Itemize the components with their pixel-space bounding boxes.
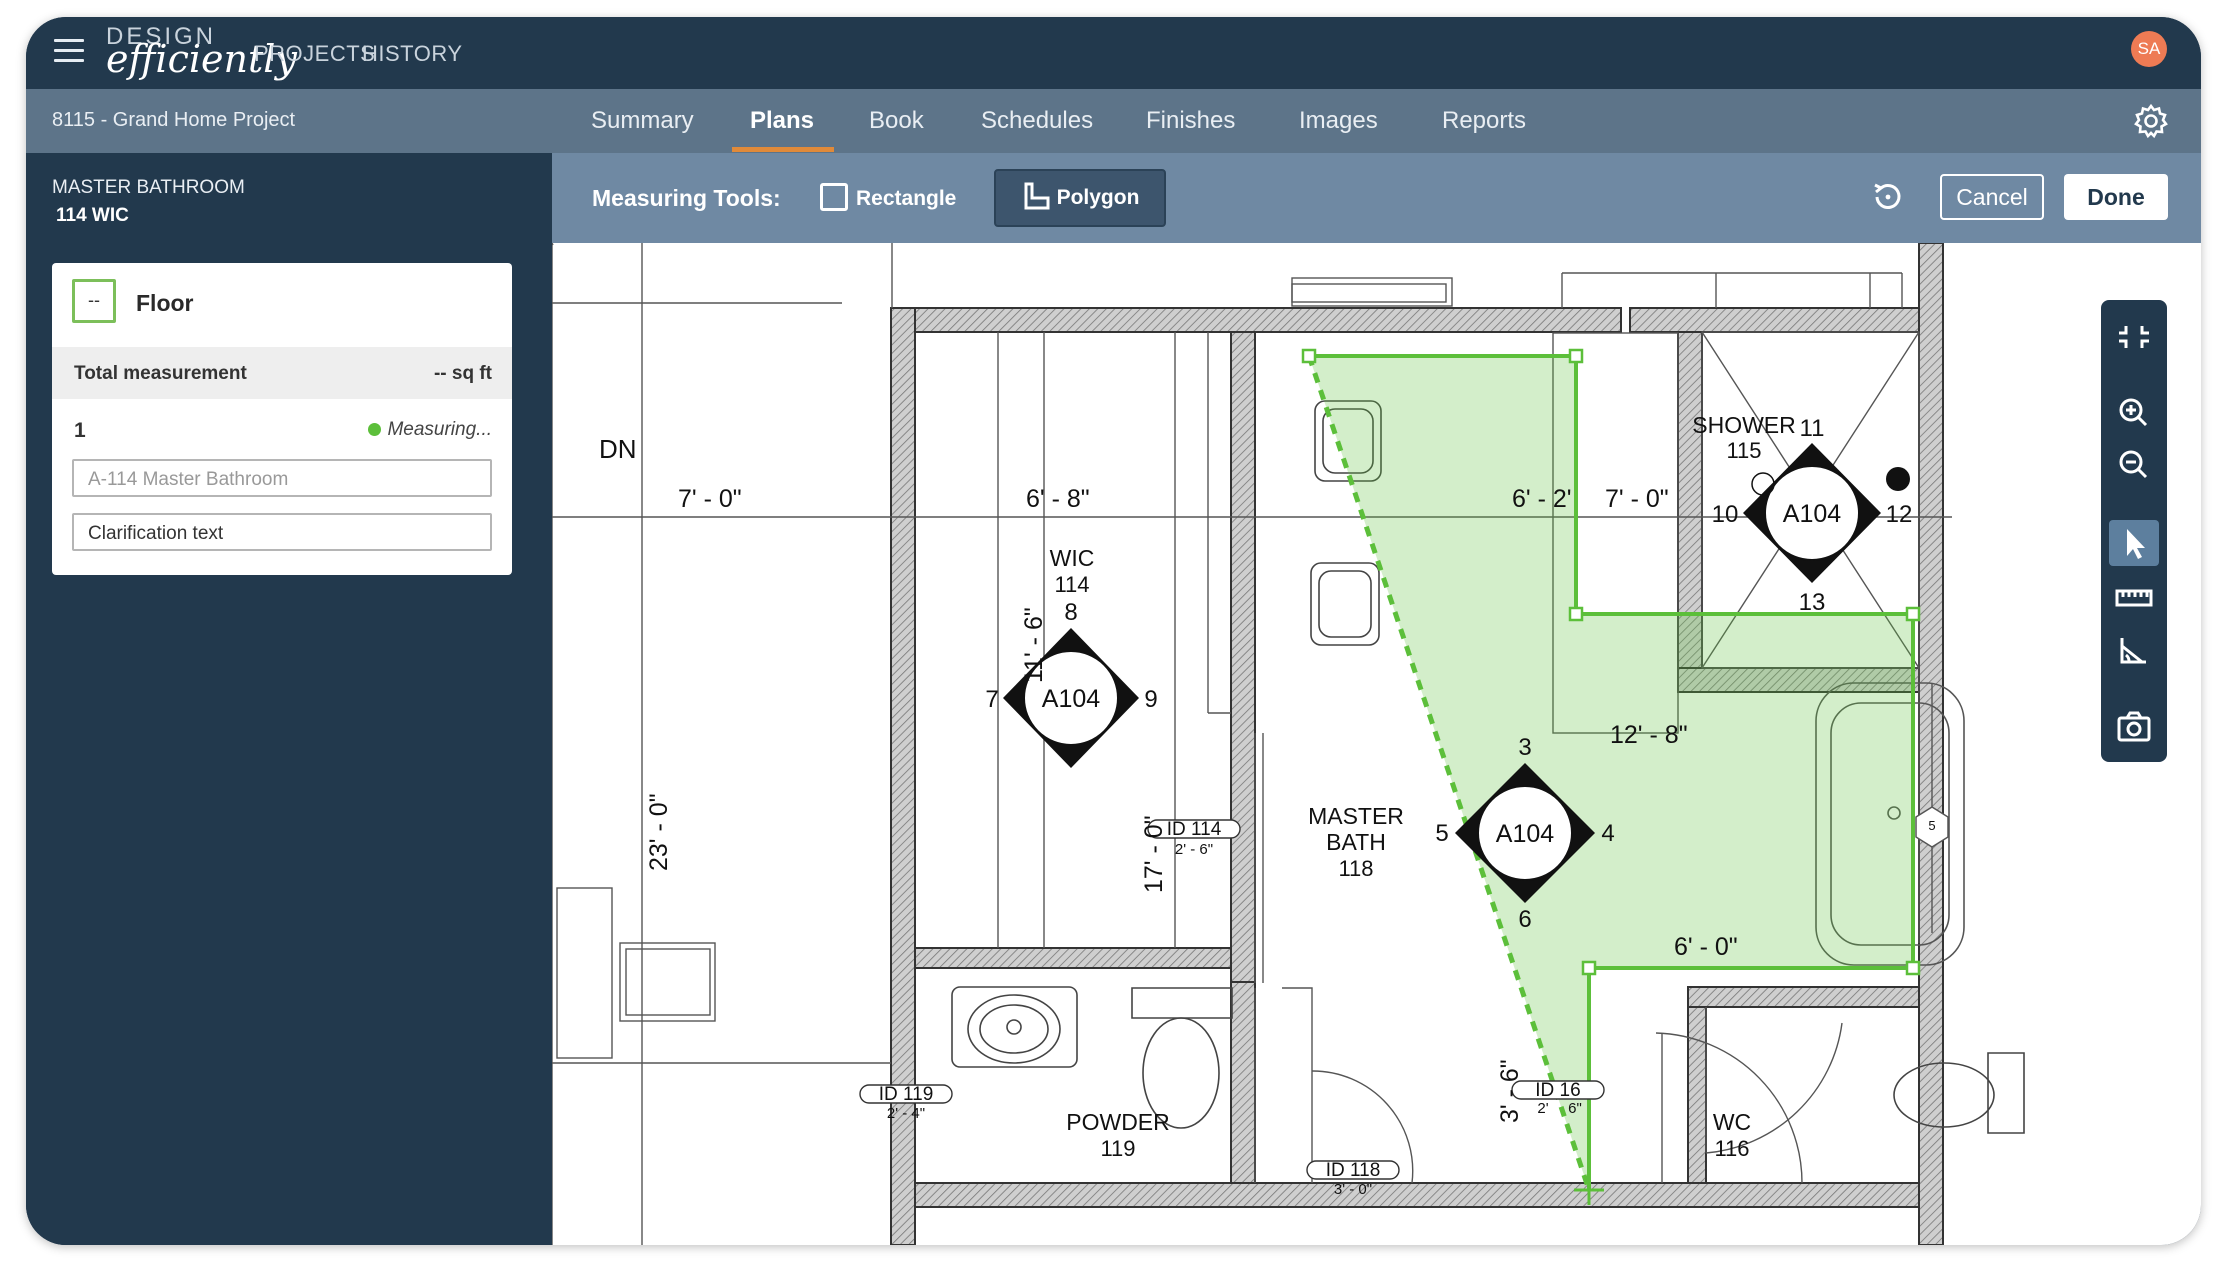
cancel-button[interactable]: Cancel — [1940, 174, 2044, 220]
dim-label: 17' - 0" — [1140, 815, 1168, 893]
door-tag-id: ID 119 — [879, 1084, 934, 1105]
ruler-icon[interactable] — [2109, 576, 2159, 622]
camera-icon[interactable] — [2109, 704, 2159, 750]
hex-marker-label: 5 — [1928, 818, 1935, 833]
door-tag-size: 6" — [1568, 1100, 1582, 1117]
tag-number: 12 — [1886, 501, 1913, 528]
floor-plan[interactable]: DN 7' - 0" 6' - 8" 6' - 2' 7' - 0" 12' -… — [552, 243, 2201, 1245]
zoom-out-icon[interactable] — [2109, 442, 2159, 488]
room-name: MASTER — [1308, 803, 1404, 829]
tag-number: 13 — [1799, 589, 1826, 616]
polygon-button[interactable]: Polygon — [994, 169, 1166, 227]
tab-schedules[interactable]: Schedules — [981, 107, 1093, 135]
tab-book[interactable]: Book — [869, 107, 924, 135]
gear-icon[interactable] — [2131, 101, 2171, 141]
tag-number: 3 — [1518, 734, 1531, 761]
measurement-card: -- Floor Total measurement -- sq ft 1 Me… — [52, 263, 512, 575]
undo-icon[interactable] — [1868, 177, 1908, 217]
status-dot-icon — [368, 423, 382, 436]
collapse-icon[interactable] — [2109, 314, 2159, 360]
dim-label: 11' - 6" — [1020, 607, 1048, 683]
door-tag-id: ID 114 — [1167, 819, 1222, 840]
dim-label: 7' - 0" — [1605, 485, 1669, 513]
app-window: DESIGN efficiently PROJECTS HISTORY SA 8… — [26, 17, 2201, 1245]
dim-label: 12' - 8" — [1610, 721, 1688, 749]
room-number: 115 — [1726, 438, 1761, 463]
project-title: 8115 - Grand Home Project — [52, 109, 296, 131]
plan-viewer: Measuring Tools: Rectangle Polygon Cance… — [552, 153, 2201, 1245]
rectangle-icon — [820, 183, 848, 211]
room-number: 118 — [1338, 856, 1373, 881]
total-value: -- sq ft — [433, 363, 492, 384]
tag-number: 4 — [1601, 820, 1614, 847]
door-tag-size: 3' - 0" — [1334, 1181, 1372, 1198]
item-number: 1 — [74, 419, 86, 442]
right-toolbar — [2101, 300, 2167, 762]
tag-number: 6 — [1518, 906, 1531, 933]
avatar[interactable]: SA — [2131, 31, 2167, 67]
tab-plans[interactable]: Plans — [750, 107, 814, 135]
dim-label: 6' - 8" — [1026, 485, 1090, 513]
door-tag-size: 2' — [1537, 1100, 1548, 1117]
tag-number: 8 — [1064, 599, 1077, 626]
rectangle-button[interactable]: Rectangle — [820, 183, 956, 211]
total-row: Total measurement -- sq ft — [52, 347, 512, 399]
clarification-input[interactable]: Clarification text — [72, 513, 492, 551]
dim-label: 6' - 0" — [1674, 933, 1738, 961]
dn-label: DN — [599, 434, 637, 464]
polygon-icon — [1024, 182, 1050, 210]
tag-number: 11 — [1800, 415, 1825, 442]
room-caption: MASTER BATHROOM — [52, 177, 245, 198]
nav-projects[interactable]: PROJECTS — [254, 41, 375, 67]
card-title: Floor — [136, 290, 194, 316]
tag-number: 10 — [1712, 501, 1739, 528]
zoom-in-icon[interactable] — [2109, 390, 2159, 436]
toolbar-label: Measuring Tools: — [592, 185, 781, 211]
room-name: WC — [1713, 1109, 1751, 1135]
room-number: 114 — [1054, 572, 1089, 597]
done-button[interactable]: Done — [2064, 174, 2168, 220]
dim-label: 23' - 0" — [645, 793, 673, 871]
angle-icon[interactable] — [2109, 628, 2159, 674]
room-number: 119 — [1100, 1136, 1135, 1161]
tab-summary[interactable]: Summary — [591, 107, 694, 135]
tag-number: 5 — [1435, 820, 1448, 847]
door-tag-id: ID 118 — [1326, 1160, 1381, 1181]
room-name: POWDER — [1066, 1109, 1170, 1135]
status-indicator: Measuring... — [368, 419, 492, 441]
door-tag-size: 2' - 6" — [1175, 841, 1213, 858]
tab-finishes[interactable]: Finishes — [1146, 107, 1235, 135]
tag-number: 9 — [1144, 686, 1157, 713]
door-tag-size: 2' - 4" — [887, 1105, 925, 1122]
sidebar: MASTER BATHROOM 114 WIC -- Floor Total m… — [26, 153, 552, 1245]
menu-icon[interactable] — [54, 39, 84, 65]
room-name: BATH — [1326, 829, 1386, 855]
top-bar: DESIGN efficiently PROJECTS HISTORY SA — [26, 17, 2201, 89]
dim-label: 7' - 0" — [678, 485, 742, 513]
room-name: WIC — [1050, 545, 1095, 571]
tag-number: 7 — [985, 686, 998, 713]
measuring-toolbar: Measuring Tools: Rectangle Polygon Cance… — [552, 153, 2201, 243]
tab-images[interactable]: Images — [1299, 107, 1378, 135]
tab-reports[interactable]: Reports — [1442, 107, 1526, 135]
tag-label: A104 — [1783, 500, 1841, 528]
status-text: Measuring... — [387, 419, 492, 440]
room-name: SHOWER — [1692, 412, 1796, 438]
door-tag-id: ID 16 — [1535, 1080, 1580, 1101]
rectangle-label: Rectangle — [856, 187, 957, 210]
tag-label: A104 — [1042, 685, 1100, 713]
room-code: 114 WIC — [56, 205, 129, 226]
room-number: 116 — [1714, 1136, 1749, 1161]
dim-label: 6' - 2' — [1512, 485, 1572, 513]
pointer-icon[interactable] — [2109, 520, 2159, 566]
total-label: Total measurement — [74, 363, 247, 384]
name-input[interactable]: A-114 Master Bathroom — [72, 459, 492, 497]
collapse-button[interactable]: -- — [72, 279, 116, 323]
tag-label: A104 — [1496, 820, 1554, 848]
sub-header: 8115 - Grand Home Project Summary Plans … — [26, 89, 2201, 153]
dim-label: 3' - 6" — [1496, 1059, 1524, 1123]
polygon-label: Polygon — [1056, 186, 1140, 209]
active-tab-indicator — [732, 147, 834, 152]
nav-history[interactable]: HISTORY — [362, 41, 463, 67]
